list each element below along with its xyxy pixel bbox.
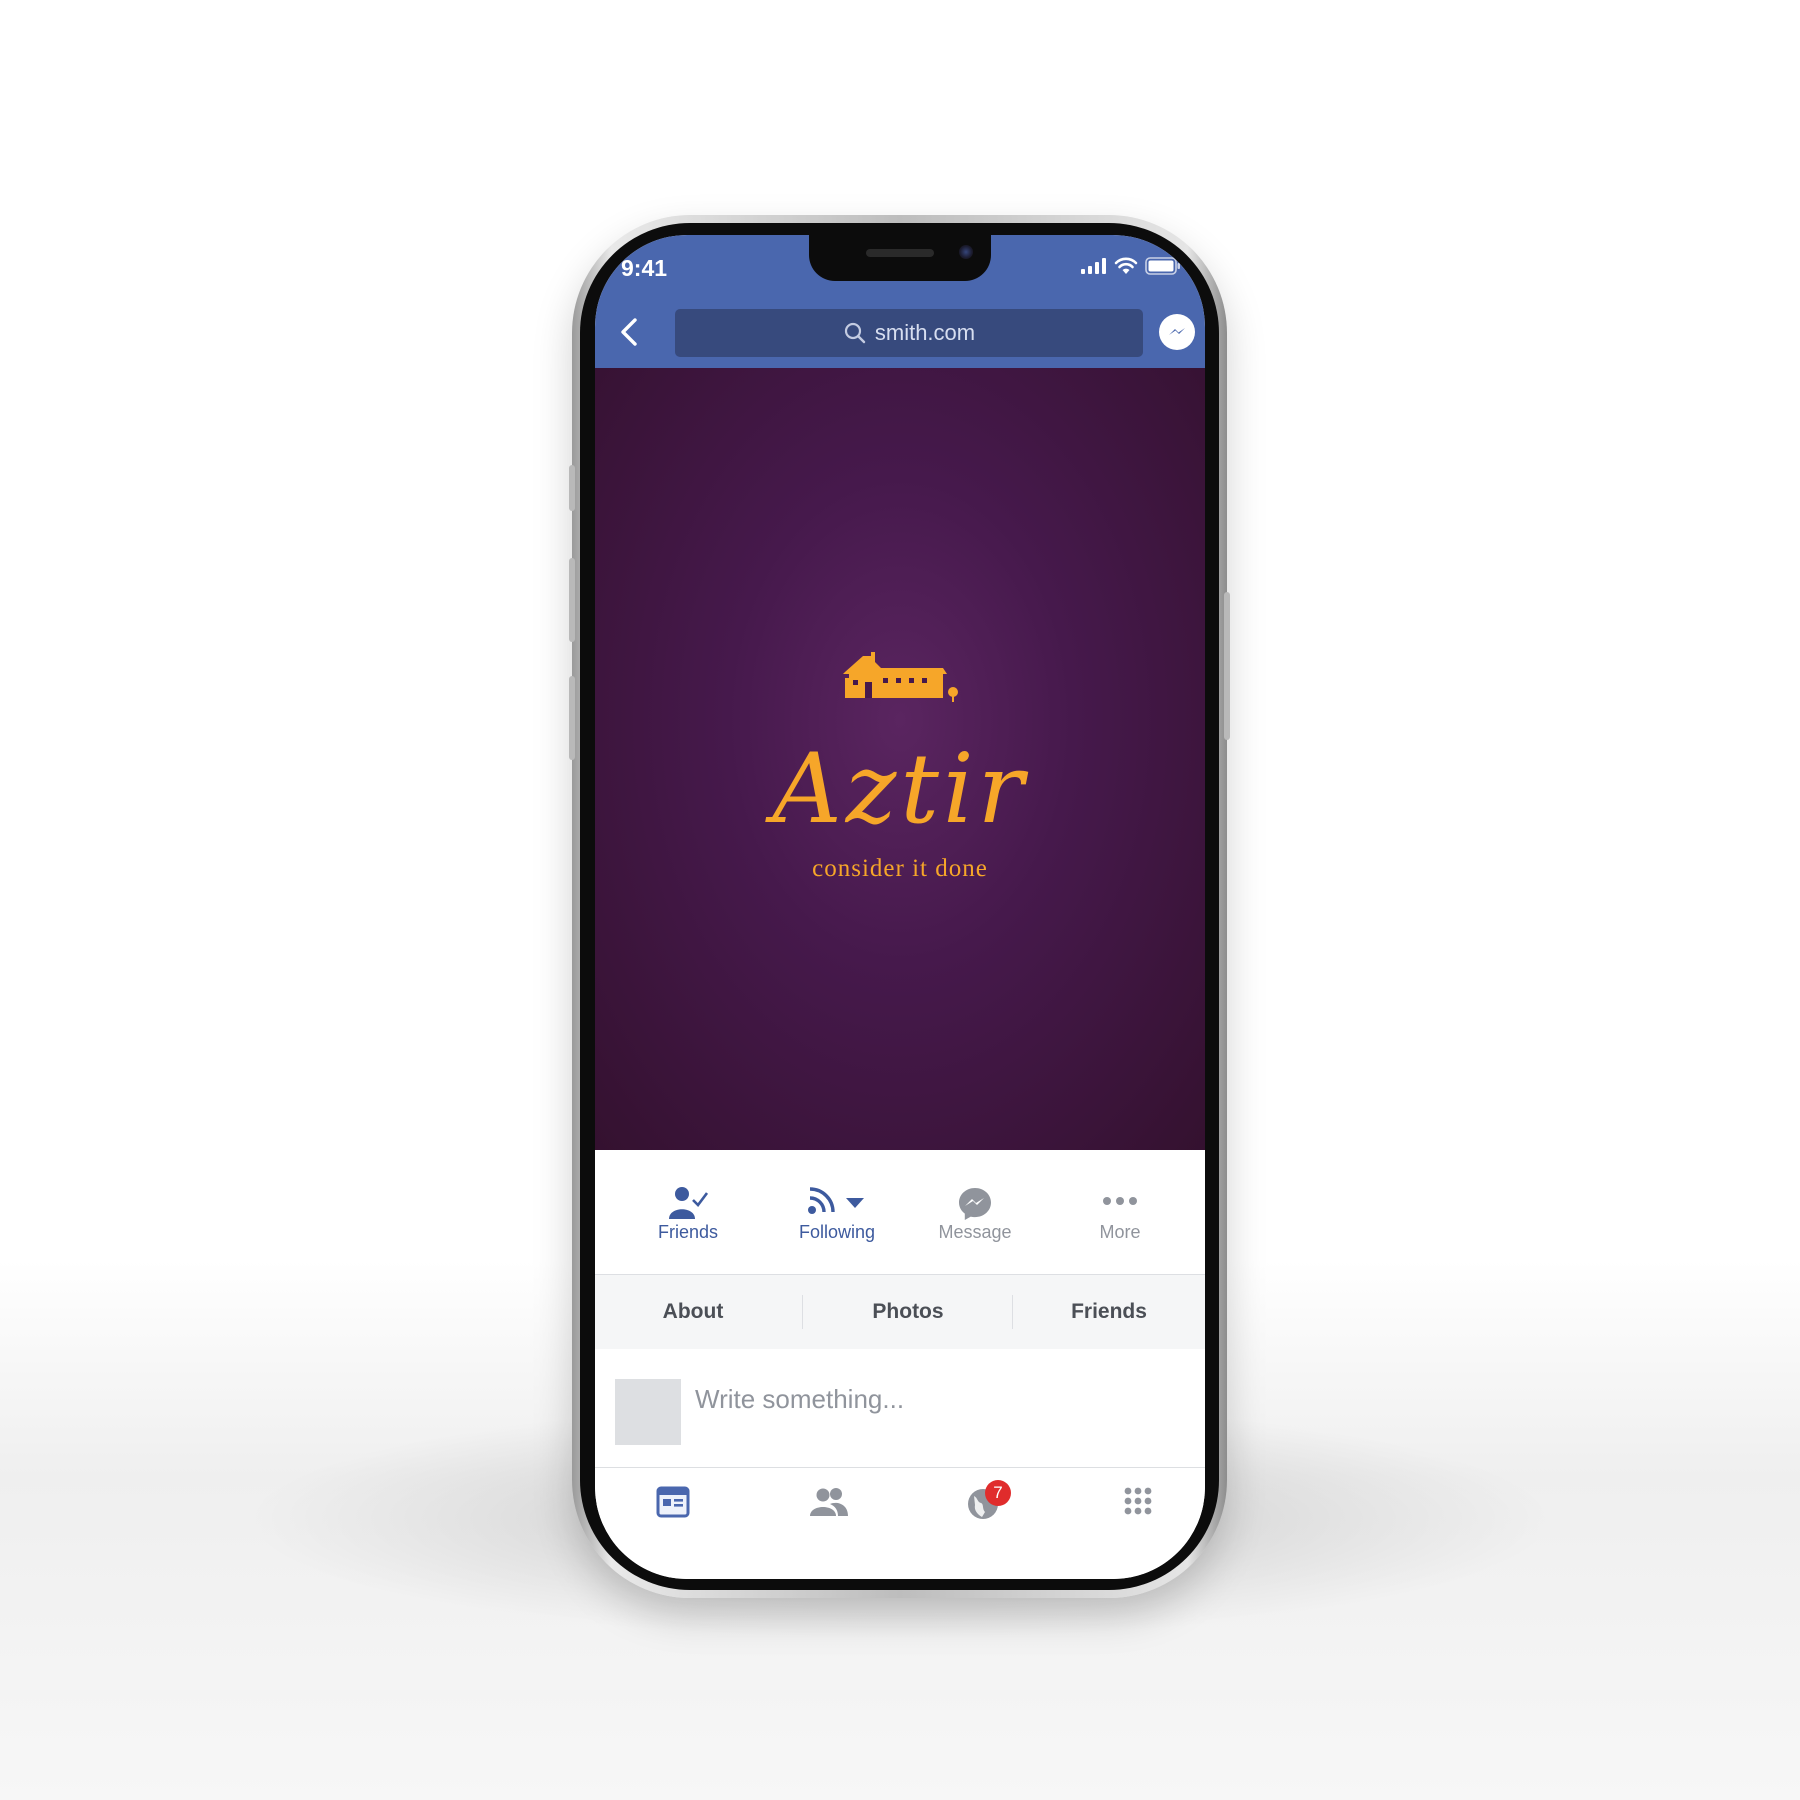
- friends-action-button[interactable]: Friends: [628, 1150, 748, 1274]
- status-time: 9:41: [621, 255, 668, 281]
- house-logo-icon: [843, 652, 958, 702]
- battery-icon: [1145, 257, 1180, 275]
- phone-mute-switch: [569, 465, 575, 511]
- more-action-button[interactable]: More: [1060, 1150, 1180, 1274]
- notch-camera: [959, 245, 973, 259]
- profile-actions: Friends Following Message More: [595, 1150, 1205, 1275]
- search-icon: [844, 322, 866, 344]
- tab-friends[interactable]: Friends: [1013, 1275, 1205, 1349]
- signal-icon: [1081, 258, 1106, 274]
- cover-photo[interactable]: Aztir consider it done: [595, 368, 1205, 1150]
- avatar: [615, 1379, 681, 1445]
- menu-grid-icon: [1124, 1487, 1152, 1515]
- bottom-nav-friends[interactable]: [799, 1486, 859, 1536]
- bottom-nav-notifications[interactable]: 7: [953, 1480, 1013, 1536]
- brand-tagline: consider it done: [812, 855, 988, 882]
- phone-screen: 9:41 smith.com Aztir consider it done Fr…: [595, 235, 1205, 1579]
- rss-icon: [808, 1187, 835, 1214]
- post-composer: [595, 1349, 1205, 1467]
- wifi-icon: [1114, 257, 1138, 274]
- write-post-input[interactable]: [695, 1379, 1175, 1419]
- chevron-left-icon: [621, 318, 637, 346]
- friends-icon: [810, 1488, 848, 1516]
- message-action-label: Message: [938, 1222, 1012, 1242]
- friend-check-icon: [669, 1187, 708, 1219]
- profile-tabs: About Photos Friends: [595, 1275, 1205, 1349]
- search-text: smith.com: [874, 320, 976, 345]
- following-action-button[interactable]: Following: [767, 1150, 907, 1274]
- notification-badge: 7: [985, 1480, 1011, 1506]
- phone-notch: [809, 235, 991, 281]
- search-bar[interactable]: smith.com: [675, 309, 1143, 357]
- back-button[interactable]: [613, 315, 647, 349]
- phone-volume-up-button: [569, 558, 575, 642]
- status-bar: 9:41: [595, 235, 1205, 297]
- notch-speaker: [866, 249, 934, 257]
- tab-photos[interactable]: Photos: [803, 1275, 1013, 1349]
- news-feed-icon: [656, 1486, 690, 1518]
- messenger-icon: [1169, 328, 1185, 335]
- messenger-icon: [959, 1188, 991, 1220]
- more-dots-icon: [1103, 1197, 1137, 1205]
- friends-action-label: Friends: [657, 1222, 719, 1242]
- chevron-down-icon: [846, 1198, 864, 1208]
- message-action-button[interactable]: Message: [915, 1150, 1035, 1274]
- brand-name: Aztir: [772, 733, 1028, 845]
- nav-bar: smith.com: [595, 297, 1205, 368]
- phone-power-button: [1224, 592, 1230, 740]
- messenger-button[interactable]: [1159, 314, 1195, 350]
- bottom-nav: 7: [595, 1467, 1205, 1579]
- status-icons: [1081, 257, 1181, 275]
- phone-volume-down-button: [569, 676, 575, 760]
- following-action-label: Following: [798, 1222, 876, 1242]
- more-action-label: More: [1099, 1222, 1141, 1242]
- tab-about[interactable]: About: [595, 1275, 791, 1349]
- bottom-nav-menu[interactable]: [1108, 1486, 1168, 1536]
- bottom-nav-news-feed[interactable]: [643, 1486, 703, 1536]
